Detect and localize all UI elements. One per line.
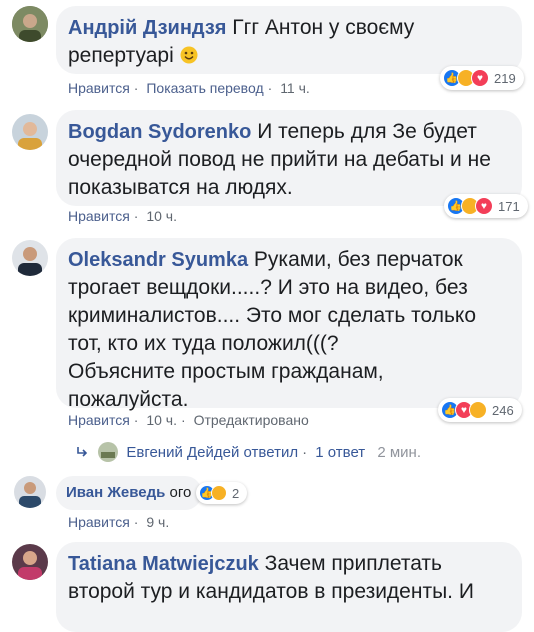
comment-text-line: трогает вещдоки.....? И это на видео, бе… — [68, 276, 468, 299]
comment-text-line: Зачем приплетать — [258, 552, 442, 575]
timestamp[interactable]: 9 ч. — [146, 514, 169, 530]
comment-actions: Нравится · 9 ч. — [68, 514, 170, 530]
author-name[interactable]: Oleksandr Syumka — [68, 249, 248, 271]
avatar[interactable] — [12, 240, 48, 276]
reply-arrow-icon — [76, 445, 90, 462]
comment-actions: Нравится · 10 ч. — [68, 208, 177, 224]
comment-text-line: криминалистов.... Это мог сделать только — [68, 304, 477, 327]
avatar[interactable] — [12, 544, 48, 580]
comment-actions: Нравится · 10 ч. · Отредактировано — [68, 412, 309, 428]
reactions-summary[interactable]: 👍 ♥ 219 — [440, 66, 524, 90]
like-link[interactable]: Нравится — [68, 80, 130, 96]
comment-text: Иван Жеведь ого — [66, 483, 192, 503]
comment-bubble: Tatiana Matwiejczuk Зачем приплетать вто… — [56, 542, 522, 632]
replier-avatar — [98, 442, 119, 462]
love-reaction-icon: ♥ — [471, 69, 489, 87]
avatar-photo-icon — [12, 544, 48, 580]
avatar-photo-icon — [14, 476, 46, 508]
reactions-summary[interactable]: 👍 ♥ 171 — [444, 194, 528, 218]
comment-text: Oleksandr Syumka Руками, без перчаток тр… — [68, 246, 510, 414]
reply-verb: ответил — [243, 444, 299, 461]
author-name[interactable]: Андрій Дзиндзя — [68, 17, 226, 39]
reaction-count: 171 — [498, 198, 520, 214]
reaction-count: 219 — [494, 70, 516, 86]
comment-text: Tatiana Matwiejczuk Зачем приплетать вто… — [68, 550, 510, 606]
haha-reaction-icon — [211, 485, 227, 501]
reply-count: 1 ответ — [315, 444, 366, 461]
love-reaction-icon: ♥ — [475, 197, 493, 215]
comment-bubble: Андрій Дзиндзя Ггг Антон у своєму реперт… — [56, 6, 522, 74]
comment-text: Андрій Дзиндзя Ггг Антон у своєму реперт… — [68, 14, 510, 72]
avatar-photo-icon — [12, 114, 48, 150]
comment-text-line: И теперь для Зе будет — [251, 120, 477, 143]
edited-label: Отредактировано — [193, 412, 309, 428]
comment-bubble: Oleksandr Syumka Руками, без перчаток тр… — [56, 238, 522, 411]
comment-text-line: очередной повод не прийти на дебаты и не — [68, 148, 491, 171]
comment-text-line: показыватся на людях. — [68, 176, 293, 199]
comment-text-line: Ггг Антон у своєму — [226, 16, 415, 39]
comment-text-line: репертуарі — [68, 44, 174, 67]
smile-emoji-icon — [180, 44, 198, 72]
comment-text-line: ого — [165, 484, 192, 501]
author-name[interactable]: Tatiana Matwiejczuk — [68, 553, 259, 575]
translate-link[interactable]: Показать перевод — [146, 80, 263, 96]
author-name[interactable]: Иван Жеведь — [66, 484, 165, 501]
comment-bubble: Иван Жеведь ого — [56, 476, 202, 510]
comment-text-line: Объясните простым гражданам, — [68, 360, 384, 383]
comment-text-line: пожалуйста. — [68, 388, 189, 411]
reactions-summary[interactable]: 👍 2 — [196, 482, 248, 504]
reaction-count: 2 — [232, 485, 240, 501]
timestamp[interactable]: 10 ч. — [146, 208, 177, 224]
like-link[interactable]: Нравится — [68, 514, 130, 530]
comment-text-line: второй тур и кандидатов в президенты. И — [68, 580, 474, 603]
replier-name: Евгений Дейдей — [126, 444, 240, 461]
like-link[interactable]: Нравится — [68, 412, 130, 428]
view-replies-link[interactable]: Евгений Дейдей ответил · 1 ответ 2 мин. — [76, 442, 421, 462]
reply-time: 2 мин. — [377, 444, 421, 461]
comment-bubble: Bogdan Sydorenko И теперь для Зе будет о… — [56, 110, 522, 206]
reactions-summary[interactable]: 👍 ♥ 246 — [438, 398, 522, 422]
wow-reaction-icon — [469, 401, 487, 419]
comment-actions: Нравится · Показать перевод · 11 ч. — [68, 80, 310, 96]
avatar[interactable] — [12, 114, 48, 150]
avatar[interactable] — [12, 6, 48, 42]
reaction-count: 246 — [492, 402, 514, 418]
avatar-photo-icon — [12, 6, 48, 42]
author-name[interactable]: Bogdan Sydorenko — [68, 121, 251, 143]
comment-text-line: Руками, без перчаток — [248, 248, 463, 271]
timestamp[interactable]: 11 ч. — [280, 80, 310, 96]
like-link[interactable]: Нравится — [68, 208, 130, 224]
timestamp[interactable]: 10 ч. — [146, 412, 177, 428]
comment-text-line: тот, кто их туда положил(((? — [68, 332, 339, 355]
avatar[interactable] — [14, 476, 46, 508]
avatar-photo-icon — [12, 240, 48, 276]
comment-text: Bogdan Sydorenko И теперь для Зе будет о… — [68, 118, 510, 202]
